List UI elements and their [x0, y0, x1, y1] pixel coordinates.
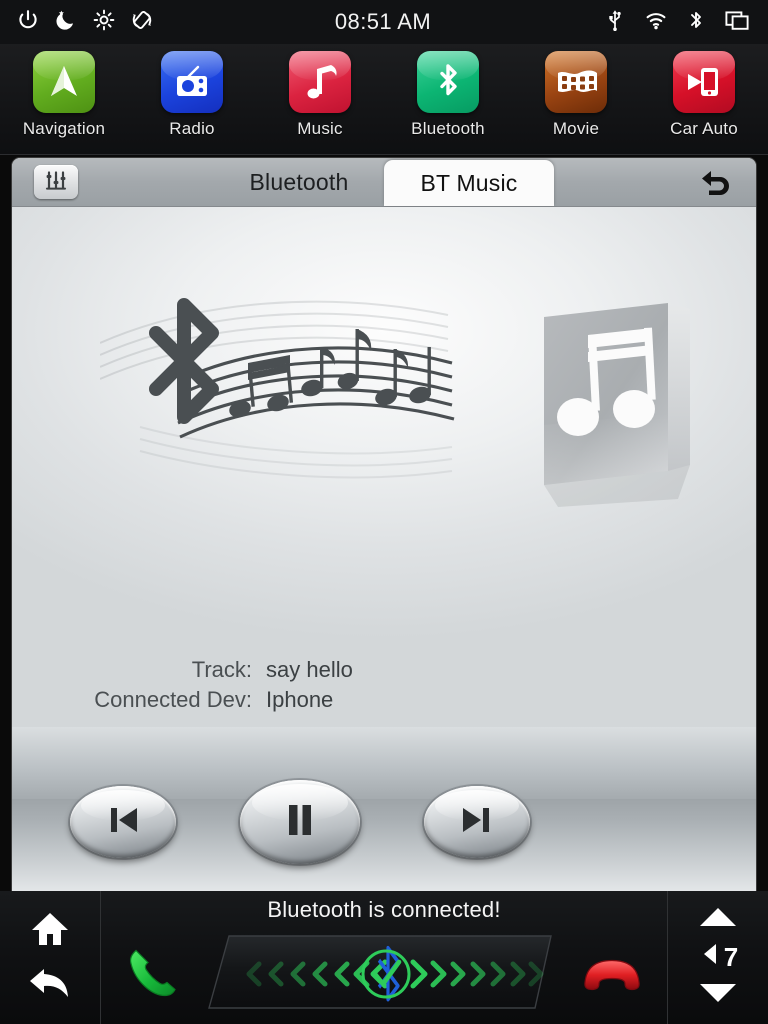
metadata-key: Track: — [191, 657, 252, 682]
bluetooth-icon — [687, 8, 705, 37]
home-button[interactable] — [28, 909, 72, 954]
app-music[interactable]: Music — [256, 44, 384, 154]
night-mode-icon[interactable] — [54, 8, 78, 37]
radio-icon — [161, 51, 223, 113]
infotainment-screen: 08:51 AM Navigation Radio Music Bluetoot… — [0, 0, 768, 1024]
transport-controls — [12, 762, 756, 882]
status-bar-right-icons — [500, 8, 768, 37]
tab-bluetooth[interactable]: Bluetooth — [214, 158, 384, 206]
panel-back-button[interactable] — [692, 166, 738, 200]
bottom-bar-center: Bluetooth is connected! — [101, 891, 667, 1024]
metadata-row-device: Connected Dev: Iphone — [12, 685, 756, 715]
back-arrow-icon — [28, 969, 72, 1005]
bt-music-panel: Bluetooth BT Music Track: say hello Conn… — [12, 158, 756, 891]
call-controls — [101, 923, 667, 1024]
app-label: Bluetooth — [411, 119, 485, 138]
status-bar: 08:51 AM — [0, 0, 768, 44]
metadata-value: say hello — [266, 657, 353, 682]
usb-icon — [605, 8, 625, 37]
previous-track-button[interactable] — [70, 786, 176, 858]
bluetooth-visualizer — [199, 933, 569, 1015]
track-metadata: Track: say hello Connected Dev: Iphone — [12, 655, 756, 715]
clock: 08:51 AM — [334, 9, 432, 34]
app-movie[interactable]: Movie — [512, 44, 640, 154]
volume-up-button[interactable] — [696, 905, 740, 934]
tab-label: BT Music — [420, 169, 518, 196]
bottom-bar: Bluetooth is connected! 7 — [0, 891, 768, 1024]
wifi-icon — [644, 8, 668, 37]
music-note-icon — [289, 51, 351, 113]
volume-down-button[interactable] — [696, 981, 740, 1010]
bluetooth-music-staff-art — [99, 285, 460, 485]
metadata-key: Connected Dev: — [94, 687, 252, 712]
navigation-arrow-icon — [33, 51, 95, 113]
app-bluetooth[interactable]: Bluetooth — [384, 44, 512, 154]
speaker-icon — [698, 941, 720, 974]
pause-icon — [282, 801, 318, 844]
volume-down-icon — [696, 984, 740, 1009]
answer-call-button[interactable] — [123, 942, 181, 1005]
skip-next-icon — [457, 803, 497, 842]
pause-button[interactable] — [240, 780, 360, 864]
metadata-value: Iphone — [266, 687, 334, 712]
tab-list: Bluetooth BT Music — [12, 158, 756, 206]
next-track-button[interactable] — [424, 786, 530, 858]
return-arrow-icon — [697, 166, 733, 201]
status-bar-left-icons — [0, 8, 266, 37]
answer-call-icon — [123, 949, 181, 1004]
screen-rotation-icon[interactable] — [130, 8, 154, 37]
now-playing-stage: Track: say hello Connected Dev: Iphone — [12, 207, 756, 891]
app-label: Movie — [552, 119, 600, 138]
album-art-placeholder-icon — [528, 295, 718, 510]
volume-control: 7 — [667, 891, 768, 1024]
status-bar-clock-wrap: 08:51 AM — [266, 9, 500, 35]
end-call-button[interactable] — [579, 948, 645, 999]
app-label: Navigation — [22, 119, 106, 138]
app-dock: Navigation Radio Music Bluetooth Movie C… — [0, 44, 768, 155]
metadata-row-track: Track: say hello — [12, 655, 756, 685]
status-message: Bluetooth is connected! — [267, 897, 501, 922]
bluetooth-icon — [417, 51, 479, 113]
power-icon[interactable] — [16, 8, 40, 37]
panel-tab-bar: Bluetooth BT Music — [12, 158, 756, 207]
home-icon — [28, 912, 72, 953]
app-label: Car Auto — [670, 119, 738, 138]
skip-previous-icon — [103, 803, 143, 842]
bottom-bar-nav — [0, 891, 101, 1024]
volume-up-icon — [696, 908, 740, 933]
app-navigation[interactable]: Navigation — [0, 44, 128, 154]
end-call-icon — [579, 959, 645, 998]
app-radio[interactable]: Radio — [128, 44, 256, 154]
car-auto-phone-icon — [673, 51, 735, 113]
tab-bt-music[interactable]: BT Music — [384, 160, 554, 206]
app-label: Radio — [169, 119, 215, 138]
volume-level-display: 7 — [698, 941, 738, 974]
app-car-auto[interactable]: Car Auto — [640, 44, 768, 154]
volume-level: 7 — [723, 942, 739, 972]
film-strip-icon — [545, 51, 607, 113]
back-button[interactable] — [28, 965, 72, 1006]
brightness-icon[interactable] — [92, 8, 116, 37]
app-label: Music — [297, 119, 343, 138]
multi-window-icon[interactable] — [724, 8, 750, 37]
tab-label: Bluetooth — [249, 168, 349, 195]
